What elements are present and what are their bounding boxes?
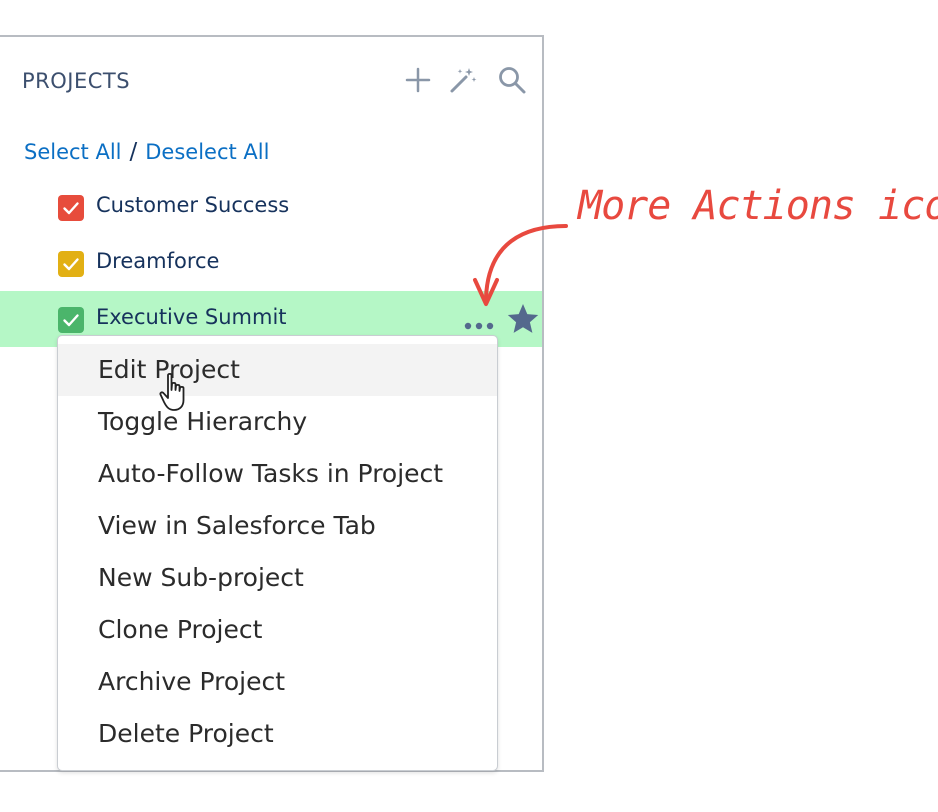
menu-item-view-in-salesforce-tab[interactable]: View in Salesforce Tab	[58, 500, 497, 552]
hand-cursor-icon	[158, 372, 192, 418]
select-all-link[interactable]: Select All	[24, 140, 122, 164]
checkmark-icon	[63, 314, 79, 327]
menu-item-edit-project[interactable]: Edit Project	[58, 344, 497, 396]
deselect-all-link[interactable]: Deselect All	[145, 140, 269, 164]
project-name: Customer Success	[96, 193, 290, 217]
project-name: Dreamforce	[96, 249, 220, 273]
plus-icon[interactable]	[403, 65, 433, 95]
annotation-label: More Actions icon	[578, 183, 938, 229]
menu-item-clone-project[interactable]: Clone Project	[58, 604, 497, 656]
selection-separator: /	[129, 139, 138, 165]
annotation-arrow-icon	[470, 212, 570, 312]
menu-item-toggle-hierarchy[interactable]: Toggle Hierarchy	[58, 396, 497, 448]
project-checkbox[interactable]	[58, 195, 84, 221]
menu-item-delete-project[interactable]: Delete Project	[58, 708, 497, 760]
selection-controls: Select All / Deselect All	[24, 139, 269, 165]
search-icon[interactable]	[497, 65, 527, 95]
more-actions-menu: Edit Project Toggle Hierarchy Auto-Follo…	[57, 335, 498, 771]
menu-item-archive-project[interactable]: Archive Project	[58, 656, 497, 708]
project-name: Executive Summit	[96, 305, 287, 329]
project-row[interactable]: Dreamforce	[0, 235, 542, 291]
project-row[interactable]: Customer Success	[0, 179, 542, 235]
menu-item-new-sub-project[interactable]: New Sub-project	[58, 552, 497, 604]
more-actions-icon[interactable]	[462, 317, 498, 330]
magic-wand-icon[interactable]	[448, 65, 478, 95]
menu-item-auto-follow-tasks[interactable]: Auto-Follow Tasks in Project	[58, 448, 497, 500]
checkmark-icon	[63, 258, 79, 271]
panel-title: PROJECTS	[22, 69, 131, 93]
checkmark-icon	[63, 202, 79, 215]
project-checkbox[interactable]	[58, 251, 84, 277]
project-checkbox[interactable]	[58, 307, 84, 333]
